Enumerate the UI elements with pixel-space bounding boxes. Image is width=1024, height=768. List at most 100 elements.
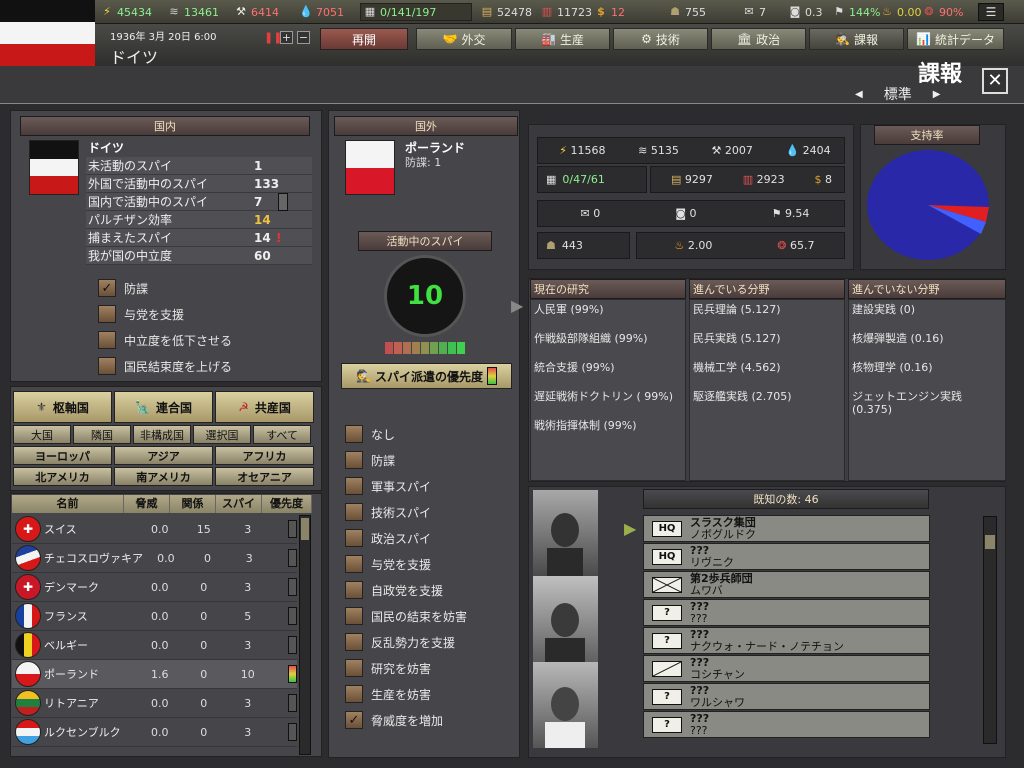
domestic-option[interactable]: ✓ 防諜 xyxy=(98,275,232,301)
scroll-thumb[interactable] xyxy=(301,518,309,540)
priority-icon[interactable] xyxy=(287,607,298,625)
mission-option[interactable]: 研究を妨害 xyxy=(345,655,467,681)
priority-icon[interactable] xyxy=(278,192,288,211)
money-stat[interactable]: ▥ 11723 xyxy=(540,3,592,21)
faction-filter-comintern[interactable]: ☭ 共産国 xyxy=(215,391,314,423)
next-view-arrow[interactable]: ▶ xyxy=(933,89,941,100)
priority-icon[interactable] xyxy=(287,520,298,538)
metal-stat[interactable]: ⚒ 6414 xyxy=(234,3,279,21)
manpower-stat[interactable]: ☗ 755 xyxy=(668,3,706,21)
dollar-stat[interactable]: $12 xyxy=(594,3,625,21)
mission-option[interactable]: 反乱勢力を支援 xyxy=(345,629,467,655)
checkbox-icon[interactable] xyxy=(345,425,363,443)
speed-up-button[interactable]: + xyxy=(280,31,293,44)
table-row[interactable]: ✚ スイス 0.0 15 3 xyxy=(12,515,298,544)
checkbox-icon[interactable] xyxy=(345,581,363,599)
priority-icon[interactable] xyxy=(287,636,298,654)
continent-filter[interactable]: アフリカ xyxy=(215,446,314,465)
checkbox-icon[interactable] xyxy=(345,451,363,469)
column-header[interactable]: スパイ xyxy=(216,495,262,513)
checkbox-icon[interactable] xyxy=(345,555,363,573)
oil-stat[interactable]: 💧 7051 xyxy=(299,3,344,21)
unity-stat[interactable]: ⚑ 144% xyxy=(832,3,880,21)
ic-stat[interactable]: ⚡ 45434 xyxy=(100,3,152,21)
table-row[interactable]: ポーランド 1.6 0 10 xyxy=(12,660,298,689)
diplo-stat[interactable]: ✉ 7 xyxy=(742,3,766,21)
checkbox-icon[interactable] xyxy=(345,685,363,703)
pause-icon[interactable]: ❚❚ xyxy=(264,31,282,44)
unit-row[interactable]: ???? ナクウォ・ナード・ノテチョン xyxy=(643,627,930,654)
group-filter[interactable]: 選択国 xyxy=(193,425,251,444)
officers-stat[interactable]: ▦ 0/141/197 xyxy=(360,3,472,21)
mission-option[interactable]: 国民の結束を妨害 xyxy=(345,603,467,629)
checkbox-icon[interactable] xyxy=(98,331,116,349)
germany-flag[interactable] xyxy=(0,0,95,66)
continent-filter[interactable]: ヨーロッパ xyxy=(13,446,112,465)
menu-button[interactable]: ☰ xyxy=(978,3,1004,21)
unit-row[interactable]: 第2歩兵師団 ムワバ xyxy=(643,571,930,598)
priority-icon[interactable] xyxy=(287,665,298,683)
column-header[interactable]: 関係 xyxy=(170,495,216,513)
checkbox-checked-icon[interactable]: ✓ xyxy=(345,711,363,729)
tab-intelligence[interactable]: 🕵 課報 xyxy=(809,28,904,50)
checkbox-icon[interactable] xyxy=(345,503,363,521)
close-button[interactable]: ✕ xyxy=(982,68,1008,94)
general-portrait-3[interactable] xyxy=(533,662,598,748)
dissent-stat[interactable]: ◙ 0.3 xyxy=(788,3,823,21)
unit-row[interactable]: ??????? xyxy=(643,599,930,626)
group-filter[interactable]: 大国 xyxy=(13,425,71,444)
unit-row[interactable]: ??? コシチャン xyxy=(643,655,930,682)
checkbox-icon[interactable] xyxy=(98,357,116,375)
units-scrollbar[interactable] xyxy=(983,516,997,744)
checkbox-icon[interactable] xyxy=(345,607,363,625)
checkbox-checked-icon[interactable]: ✓ xyxy=(98,279,116,297)
continent-filter[interactable]: 南アメリカ xyxy=(114,467,213,486)
unit-row[interactable]: ???? ワルシャワ xyxy=(643,683,930,710)
checkbox-icon[interactable] xyxy=(345,477,363,495)
column-header[interactable]: 名前 xyxy=(12,495,124,513)
mission-option[interactable]: 防諜 xyxy=(345,447,467,473)
esp-stat[interactable]: ♨ 0.00 xyxy=(880,3,921,21)
priority-icon[interactable] xyxy=(287,694,298,712)
faction-filter-allies[interactable]: 🗽 連合国 xyxy=(114,391,213,423)
speed-down-button[interactable]: − xyxy=(297,31,310,44)
mission-option[interactable]: 与党を支援 xyxy=(345,551,467,577)
tab-diplomacy[interactable]: 🤝 外交 xyxy=(416,28,512,50)
spy-priority-button[interactable]: 🕵 スパイ派遣の優先度 xyxy=(341,363,512,389)
mission-option[interactable]: 政治スパイ xyxy=(345,525,467,551)
nu-stat[interactable]: ❂ 90% xyxy=(922,3,963,21)
domestic-option[interactable]: 国民結束度を上げる xyxy=(98,353,232,379)
mission-option[interactable]: 技術スパイ xyxy=(345,499,467,525)
mission-option[interactable]: 軍事スパイ xyxy=(345,473,467,499)
checkbox-icon[interactable] xyxy=(345,529,363,547)
general-portrait-2[interactable] xyxy=(533,576,598,662)
group-filter[interactable]: 非構成国 xyxy=(133,425,191,444)
priority-icon[interactable] xyxy=(288,549,298,567)
supplies-stat[interactable]: ≋ 13461 xyxy=(167,3,219,21)
column-header[interactable]: 脅威 xyxy=(124,495,170,513)
table-scrollbar[interactable] xyxy=(299,515,311,755)
rares-stat[interactable]: ▤ 52478 xyxy=(480,3,532,21)
tab-technology[interactable]: ⚙ 技術 xyxy=(613,28,708,50)
table-row[interactable]: リトアニア 0.0 0 3 xyxy=(12,689,298,718)
group-filter[interactable]: 隣国 xyxy=(73,425,131,444)
tab-politics[interactable]: 🏛 政治 xyxy=(711,28,806,50)
priority-icon[interactable] xyxy=(287,578,298,596)
table-row[interactable]: ルクセンブルク 0.0 0 3 xyxy=(12,718,298,747)
continent-filter[interactable]: 北アメリカ xyxy=(13,467,112,486)
unit-row[interactable]: HQ スラスク集団 ノボグルドク xyxy=(643,515,930,542)
unit-row[interactable]: ??????? xyxy=(643,711,930,738)
mission-option[interactable]: なし xyxy=(345,421,467,447)
table-row[interactable]: ✚ デンマーク 0.0 0 3 xyxy=(12,573,298,602)
group-filter[interactable]: すべて xyxy=(253,425,311,444)
continent-filter[interactable]: オセアニア xyxy=(215,467,314,486)
table-row[interactable]: チェコスロヴァキア 0.0 0 3 xyxy=(12,544,298,573)
table-row[interactable]: ベルギー 0.0 0 3 xyxy=(12,631,298,660)
table-row[interactable]: フランス 0.0 0 5 xyxy=(12,602,298,631)
mission-option[interactable]: 自政党を支援 xyxy=(345,577,467,603)
general-portrait-1[interactable] xyxy=(533,490,598,576)
prev-view-arrow[interactable]: ◀ xyxy=(855,89,863,100)
mission-option[interactable]: 生産を妨害 xyxy=(345,681,467,707)
mission-option[interactable]: ✓ 脅威度を増加 xyxy=(345,707,467,733)
priority-icon[interactable] xyxy=(287,723,298,741)
